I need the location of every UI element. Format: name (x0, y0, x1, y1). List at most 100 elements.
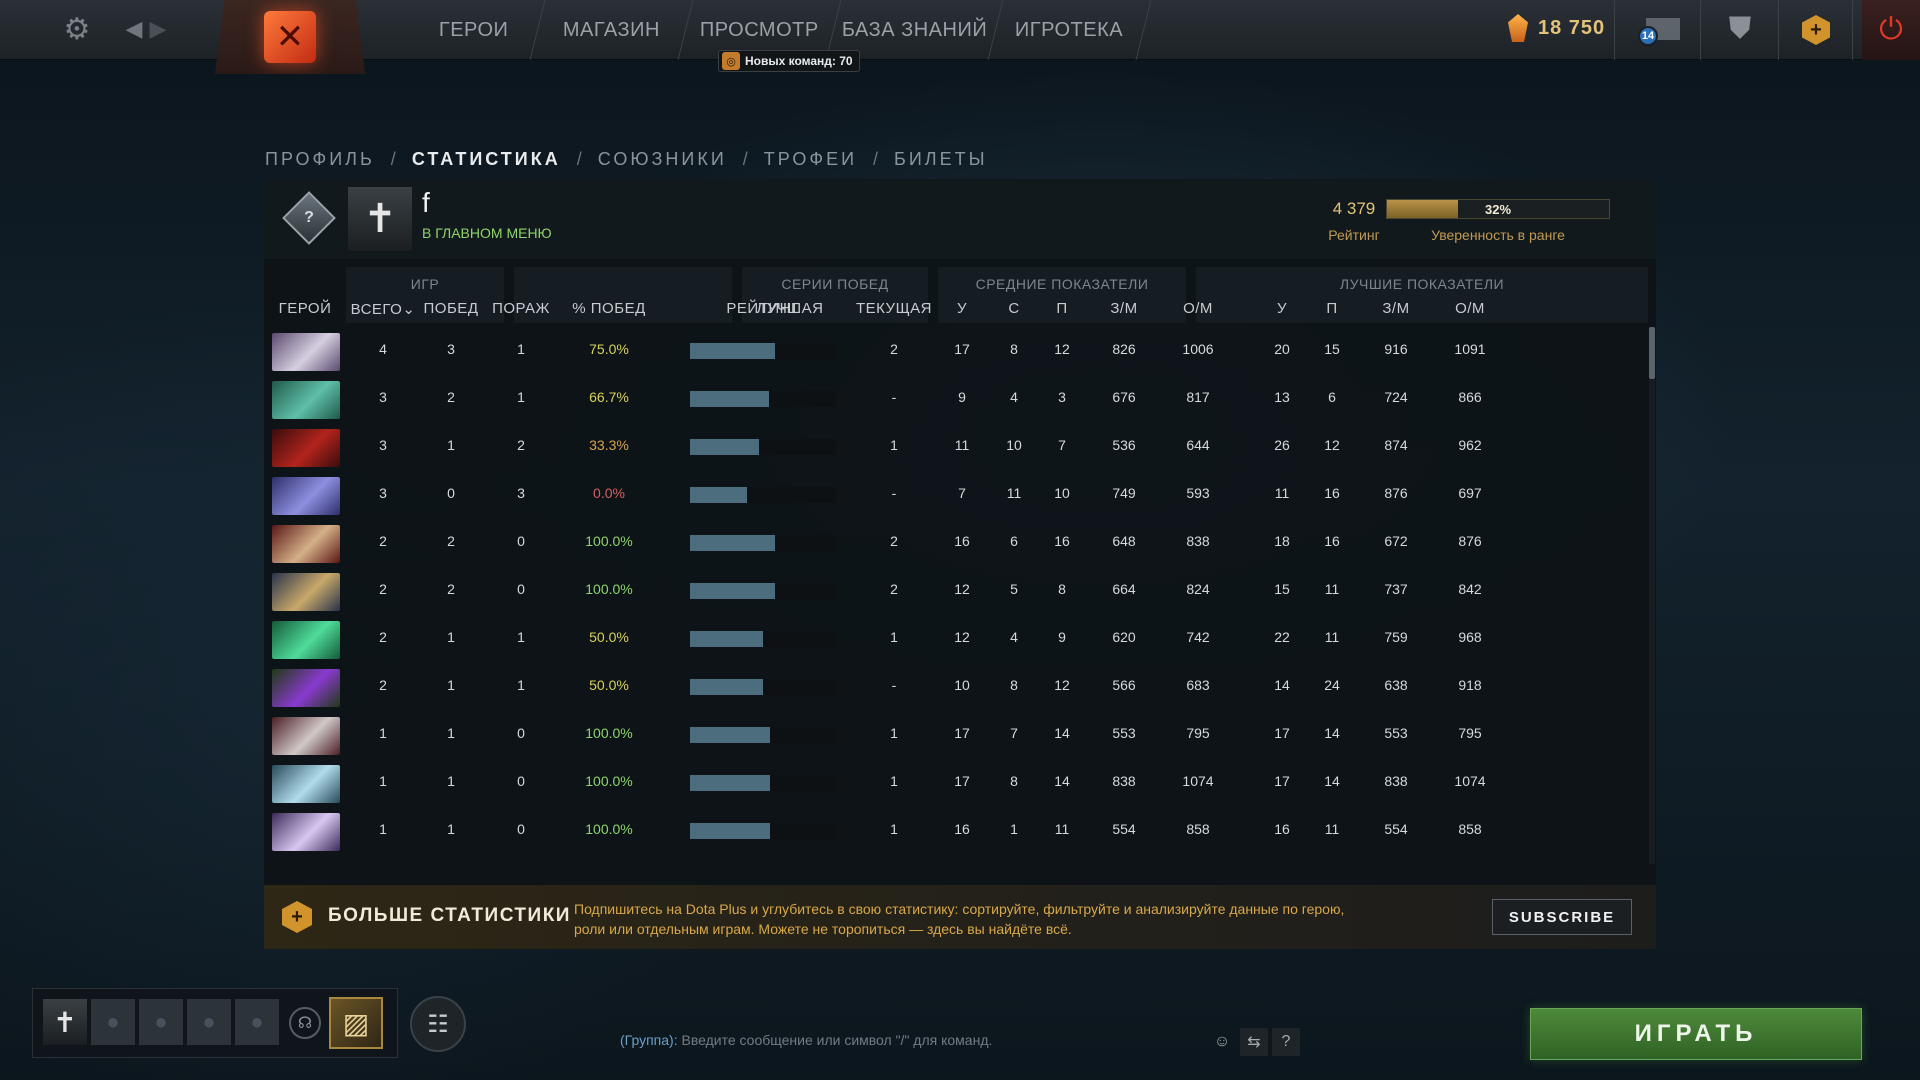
avg-kills: 12 (954, 629, 970, 645)
rating-bar (690, 535, 836, 551)
best-gpm: 795 (1458, 725, 1482, 741)
nav-arcade[interactable]: ИГРОТЕКА (988, 0, 1152, 60)
table-row[interactable]: 43175.0%2217812826100620159161091 (264, 327, 1656, 375)
col-winrate[interactable]: % ПОБЕД (564, 300, 654, 317)
rating-bar-fill (690, 775, 771, 791)
table-row[interactable]: 32166.7%2-943676817136724866 (264, 375, 1656, 423)
hero-portrait[interactable] (272, 621, 340, 659)
games-losses: 0 (517, 581, 525, 597)
games-total: 3 (379, 485, 387, 501)
party-slot-empty[interactable]: ● (139, 999, 183, 1045)
party-slot-me[interactable]: ✝ (43, 999, 87, 1045)
best-group-title: ЛУЧШИЕ ПОКАЗАТЕЛИ (1339, 276, 1505, 292)
scrollbar[interactable] (1649, 327, 1655, 864)
new-teams-notice[interactable]: ◎ Новых команд: 70 (718, 50, 860, 72)
hero-portrait[interactable] (272, 381, 340, 419)
avg-xpm: 664 (1112, 581, 1136, 597)
col-avg-xpm[interactable]: З/М (1096, 300, 1152, 317)
col-best-streak[interactable]: ЛУЧШАЯ (750, 300, 830, 317)
col-best-xpm[interactable]: З/М (1368, 300, 1424, 317)
nav-store[interactable]: МАГАЗИН (530, 0, 694, 60)
col-wins[interactable]: ПОБЕД (416, 300, 486, 317)
hero-portrait[interactable] (272, 333, 340, 371)
dota-logo-tab[interactable]: ✕ (215, 0, 365, 74)
chat-wheel-icon[interactable]: ⇆ (1240, 1028, 1268, 1056)
group-finder-icon[interactable]: ☷ (410, 996, 466, 1052)
tab-tickets[interactable]: БИЛЕТЫ (894, 149, 988, 170)
help-icon[interactable]: ? (1272, 1028, 1300, 1056)
best-xpm: 553 (1384, 725, 1408, 741)
avg-deaths: 5 (1010, 581, 1018, 597)
col-current-streak[interactable]: ТЕКУЩАЯ (854, 300, 934, 317)
win-rate: 75.0% (589, 341, 629, 357)
col-best-gpm[interactable]: О/М (1440, 300, 1500, 317)
rank-medal-icon[interactable]: ? (282, 191, 336, 245)
col-total[interactable]: ВСЕГО⌄ (348, 300, 418, 318)
table-row[interactable]: 21150.0%1-108125666831424638918 (264, 663, 1656, 711)
hero-portrait[interactable] (272, 573, 340, 611)
dota-plus-button[interactable]: + (1796, 10, 1836, 50)
table-row[interactable]: 220100.0%2212586648241511737842 (264, 567, 1656, 615)
hero-portrait[interactable] (272, 525, 340, 563)
streaks-group-title: СЕРИИ ПОБЕД (781, 276, 889, 292)
avg-assists: 8 (1058, 581, 1066, 597)
col-avg-deaths[interactable]: С (992, 300, 1036, 317)
armory-icon[interactable]: ⛊ (1720, 12, 1760, 46)
arrow-left-icon[interactable]: ◀ (124, 14, 144, 44)
avg-deaths: 6 (1010, 533, 1018, 549)
tab-allies[interactable]: СОЮЗНИКИ (598, 149, 727, 170)
hero-portrait[interactable] (272, 429, 340, 467)
table-row[interactable]: 31233.3%11111075366442612874962 (264, 423, 1656, 471)
table-row[interactable]: 3030.0%--711107495931116876697 (264, 471, 1656, 519)
col-best-assists[interactable]: П (1310, 300, 1354, 317)
hero-portrait[interactable] (272, 717, 340, 755)
col-losses[interactable]: ПОРАЖ (486, 300, 556, 317)
tab-trophies[interactable]: ТРОФЕИ (764, 149, 857, 170)
table-row[interactable]: 110100.0%11177145537951714553795 (264, 711, 1656, 759)
best-kills: 20 (1274, 341, 1290, 357)
arrow-right-icon[interactable]: ▶ (148, 14, 168, 44)
play-button[interactable]: ИГРАТЬ (1530, 1008, 1862, 1060)
avg-kills: 17 (954, 341, 970, 357)
hero-portrait[interactable] (272, 765, 340, 803)
best-gpm: 962 (1458, 437, 1482, 453)
col-best-kills[interactable]: У (1260, 300, 1304, 317)
scrollbar-thumb[interactable] (1649, 327, 1655, 379)
gear-icon[interactable]: ⚙ (60, 12, 94, 46)
table-row[interactable]: 21150.0%1112496207422211759968 (264, 615, 1656, 663)
battlepass-icon[interactable]: ▨ (329, 997, 383, 1049)
hero-portrait[interactable] (272, 669, 340, 707)
games-total: 1 (379, 725, 387, 741)
tab-profile[interactable]: ПРОФИЛЬ (265, 149, 375, 170)
shards-display[interactable]: 18 750 (1508, 10, 1605, 46)
hero-portrait[interactable] (272, 477, 340, 515)
chat-input[interactable]: (Группа): Введите сообщение или символ "… (620, 1032, 992, 1048)
col-avg-gpm[interactable]: О/М (1168, 300, 1228, 317)
games-wins: 1 (447, 821, 455, 837)
table-row[interactable]: 110100.0%1117814838107417148381074 (264, 759, 1656, 807)
rating-bar-fill (690, 679, 763, 695)
emoji-icon[interactable]: ☺ (1208, 1028, 1236, 1056)
nav-heroes[interactable]: ГЕРОИ (402, 0, 546, 60)
headset-icon[interactable]: ☊ (289, 1007, 321, 1039)
party-slot-empty[interactable]: ● (187, 999, 231, 1045)
party-slot-empty[interactable]: ● (91, 999, 135, 1045)
power-icon[interactable]: ⏻ (1862, 0, 1920, 60)
current-streak: - (891, 389, 897, 405)
col-avg-kills[interactable]: У (940, 300, 984, 317)
avg-deaths: 8 (1010, 341, 1018, 357)
hero-portrait[interactable] (272, 813, 340, 851)
party-slot-empty[interactable]: ● (235, 999, 279, 1045)
subscribe-button[interactable]: SUBSCRIBE (1492, 899, 1632, 935)
col-hero[interactable]: ГЕРОЙ (270, 300, 340, 317)
table-row[interactable]: 220100.0%22166166488381816672876 (264, 519, 1656, 567)
table-row[interactable]: 110100.0%11161115548581611554858 (264, 807, 1656, 855)
hero-stats-list[interactable]: 43175.0%221781282610062015916109132166.7… (264, 327, 1656, 864)
tab-stats[interactable]: СТАТИСТИКА (412, 149, 561, 170)
avg-deaths: 11 (1006, 485, 1022, 501)
games-group-title: ИГР (410, 276, 440, 292)
avg-gpm: 824 (1186, 581, 1210, 597)
mail-button[interactable]: 14 (1638, 14, 1682, 46)
avatar[interactable]: ✝ (348, 187, 412, 251)
col-avg-assists[interactable]: П (1040, 300, 1084, 317)
